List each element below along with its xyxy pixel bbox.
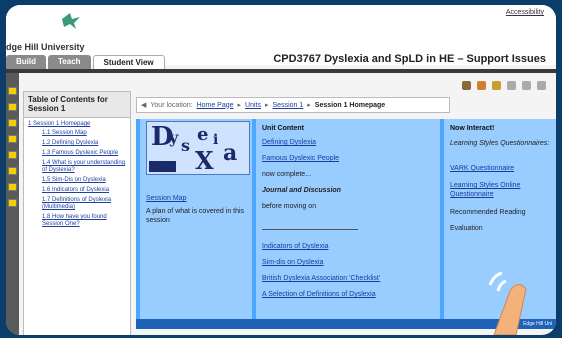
toc-list: 1 Session 1 Homepage 1.1 Session Map 1.2… [24, 118, 130, 335]
tool-icon[interactable] [8, 135, 17, 143]
link-learning-styles-online[interactable]: Learning Styles Online Questionnaire [450, 181, 550, 199]
toc-item[interactable]: 1.6 Indicators of Dyslexia [42, 187, 128, 194]
course-title: CPD3767 Dyslexia and SpLD in HE – Suppor… [273, 53, 546, 65]
view-tabs: Build Teach Student View [6, 55, 165, 69]
app-window: dge Hill University Accessibility Build … [6, 5, 556, 335]
tool-icon[interactable] [8, 183, 17, 191]
print-icon[interactable] [462, 80, 471, 90]
tab-student-view[interactable]: Student View [92, 55, 165, 69]
logo-label: SpLD [149, 161, 176, 172]
tool-icon[interactable] [8, 199, 17, 207]
accessibility-link[interactable]: Accessibility [506, 9, 544, 16]
tab-teach[interactable]: Teach [48, 55, 91, 69]
header-divider [6, 69, 556, 73]
divider [262, 229, 358, 230]
recommended-reading: Recommended Reading [450, 209, 526, 216]
dyslexia-logo: D y s e i a X SpLD [146, 121, 250, 175]
link-vark[interactable]: VARK Questionnaire [450, 165, 514, 172]
session-map-link[interactable]: Session Map [146, 195, 186, 202]
toc-item[interactable]: 1.4 What is your understanding of Dyslex… [42, 160, 128, 174]
moving-on-text: before moving on [262, 203, 317, 210]
toc-item[interactable]: 1.1 Session Map [42, 130, 128, 137]
toc-title: Table of Contents for Session 1 [24, 92, 130, 118]
tool-icon[interactable] [8, 119, 17, 127]
help-icon[interactable] [477, 80, 486, 90]
back-arrow-icon[interactable]: ◀ [141, 101, 146, 109]
interact-heading: Now Interact! [450, 125, 495, 132]
complete-text: now complete... [262, 171, 312, 178]
tool-icon[interactable] [537, 80, 546, 90]
link-indicators[interactable]: Indicators of Dyslexia [262, 243, 329, 250]
unit-content-heading: Unit Content [262, 125, 304, 132]
breadcrumb-home[interactable]: Home Page [197, 102, 234, 109]
breadcrumb-current: Session 1 Homepage [314, 101, 386, 109]
notes-icon[interactable] [492, 80, 501, 90]
breadcrumb-session[interactable]: Session 1 [273, 102, 304, 109]
link-definitions[interactable]: A Selection of Definitions of Dyslexia [262, 291, 376, 298]
table-of-contents: Table of Contents for Session 1 1 Sessio… [23, 91, 131, 335]
university-name: dge Hill University [6, 42, 85, 52]
evaluation: Evaluation [450, 225, 483, 232]
breadcrumb-units[interactable]: Units [245, 102, 261, 109]
pointing-hand-icon [488, 271, 527, 335]
session-map-panel: D y s e i a X SpLD Session Map A plan of… [140, 119, 252, 319]
toc-item[interactable]: 1.3 Famous Dyslexic People [42, 150, 128, 157]
link-sim-dis[interactable]: Sim-dis on Dyslexia [262, 259, 323, 266]
breadcrumb: ◀ Your location: Home Page ▸ Units ▸ Sessi… [136, 97, 450, 113]
tool-icon[interactable] [507, 80, 516, 90]
link-famous-dyslexic-people[interactable]: Famous Dyslexic People [262, 155, 339, 162]
header: dge Hill University Accessibility Build … [6, 5, 556, 69]
tab-build[interactable]: Build [6, 55, 46, 69]
toc-item[interactable]: 1.7 Definitions of Dyslexia (Multimedia) [42, 197, 128, 211]
journal-text: Journal and Discussion [262, 187, 341, 194]
toc-item[interactable]: 1.8 How have you found Session One? [42, 214, 128, 228]
university-logo-icon [62, 13, 80, 29]
link-bda-checklist[interactable]: British Dyslexia Association 'Checklist' [262, 275, 380, 282]
session-map-description: A plan of what is covered in this sessio… [146, 208, 245, 224]
tool-icon[interactable] [8, 87, 17, 95]
tool-icon[interactable] [8, 167, 17, 175]
learning-styles-label: Learning Styles Questionnaires: [450, 140, 550, 147]
tool-icon[interactable] [8, 151, 17, 159]
breadcrumb-prefix: Your location: [150, 101, 193, 109]
toc-item[interactable]: 1.5 Sim-Dis on Dyslexia [42, 177, 128, 184]
page-toolbar [136, 77, 556, 93]
link-defining-dyslexia[interactable]: Defining Dyslexia [262, 139, 316, 146]
tool-icon[interactable] [8, 103, 17, 111]
toc-item[interactable]: 1.2 Defining Dyslexia [42, 140, 128, 147]
left-tool-strip [6, 73, 19, 335]
tool-icon[interactable] [522, 80, 531, 90]
toc-item[interactable]: 1 Session 1 Homepage [28, 121, 128, 127]
unit-content-panel: Unit Content Defining Dyslexia Famous Dy… [256, 119, 440, 319]
